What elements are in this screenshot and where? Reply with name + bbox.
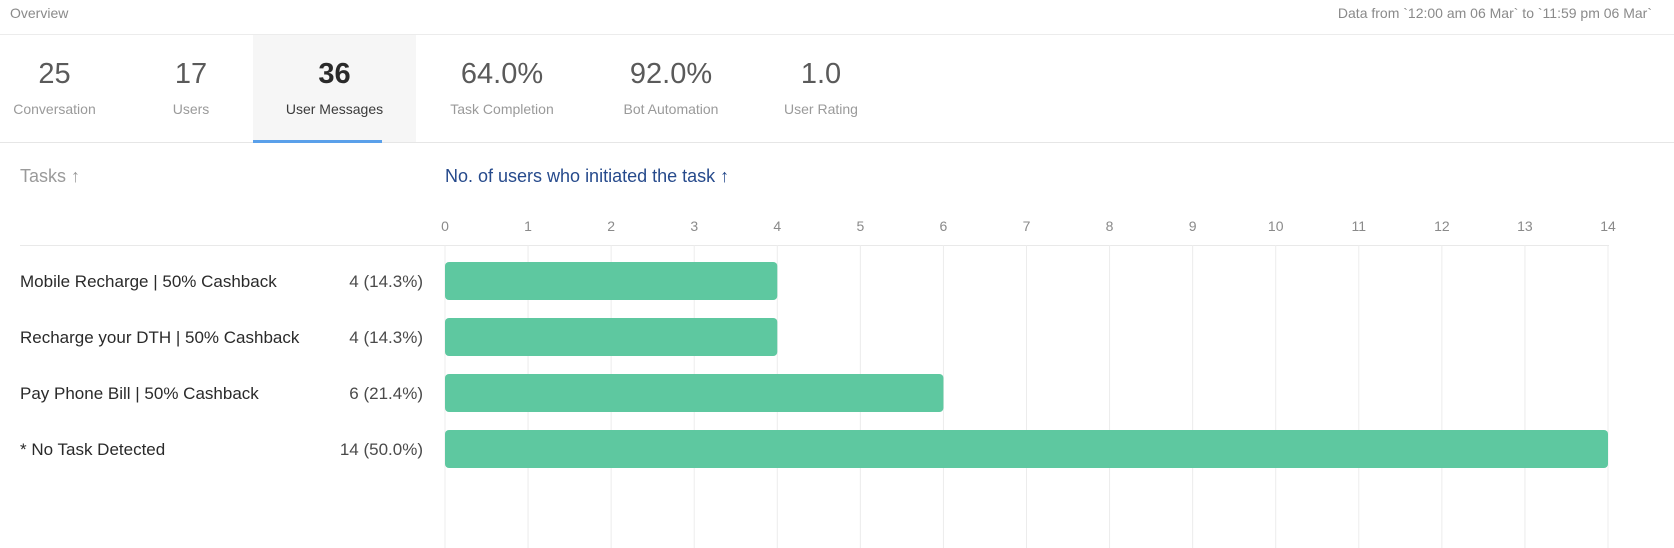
bar[interactable] xyxy=(445,430,1608,468)
bar[interactable] xyxy=(445,262,778,300)
x-tick-label: 13 xyxy=(1517,218,1533,234)
x-tick-label: 3 xyxy=(690,218,698,234)
x-tick-label: 7 xyxy=(1023,218,1031,234)
x-tick-label: 8 xyxy=(1106,218,1114,234)
task-count: 6 (21.4%) xyxy=(349,384,423,403)
x-tick-label: 1 xyxy=(524,218,532,234)
task-name: * No Task Detected xyxy=(20,440,166,459)
x-tick-label: 2 xyxy=(607,218,615,234)
x-tick-label: 12 xyxy=(1434,218,1450,234)
x-tick-label: 9 xyxy=(1189,218,1197,234)
bar[interactable] xyxy=(445,318,778,356)
x-tick-label: 6 xyxy=(940,218,948,234)
task-name: Mobile Recharge | 50% Cashback xyxy=(20,272,277,291)
task-count: 4 (14.3%) xyxy=(349,328,423,347)
x-tick-label: 14 xyxy=(1600,218,1616,234)
bar[interactable] xyxy=(445,374,944,412)
x-tick-label: 10 xyxy=(1268,218,1284,234)
task-count: 14 (50.0%) xyxy=(339,440,423,459)
task-count: 4 (14.3%) xyxy=(349,272,423,291)
task-name: Pay Phone Bill | 50% Cashback xyxy=(20,384,259,403)
x-tick-label: 4 xyxy=(773,218,781,234)
x-tick-label: 11 xyxy=(1352,218,1367,234)
x-tick-label: 0 xyxy=(441,218,449,234)
task-name: Recharge your DTH | 50% Cashback xyxy=(20,328,300,347)
x-tick-label: 5 xyxy=(856,218,864,234)
